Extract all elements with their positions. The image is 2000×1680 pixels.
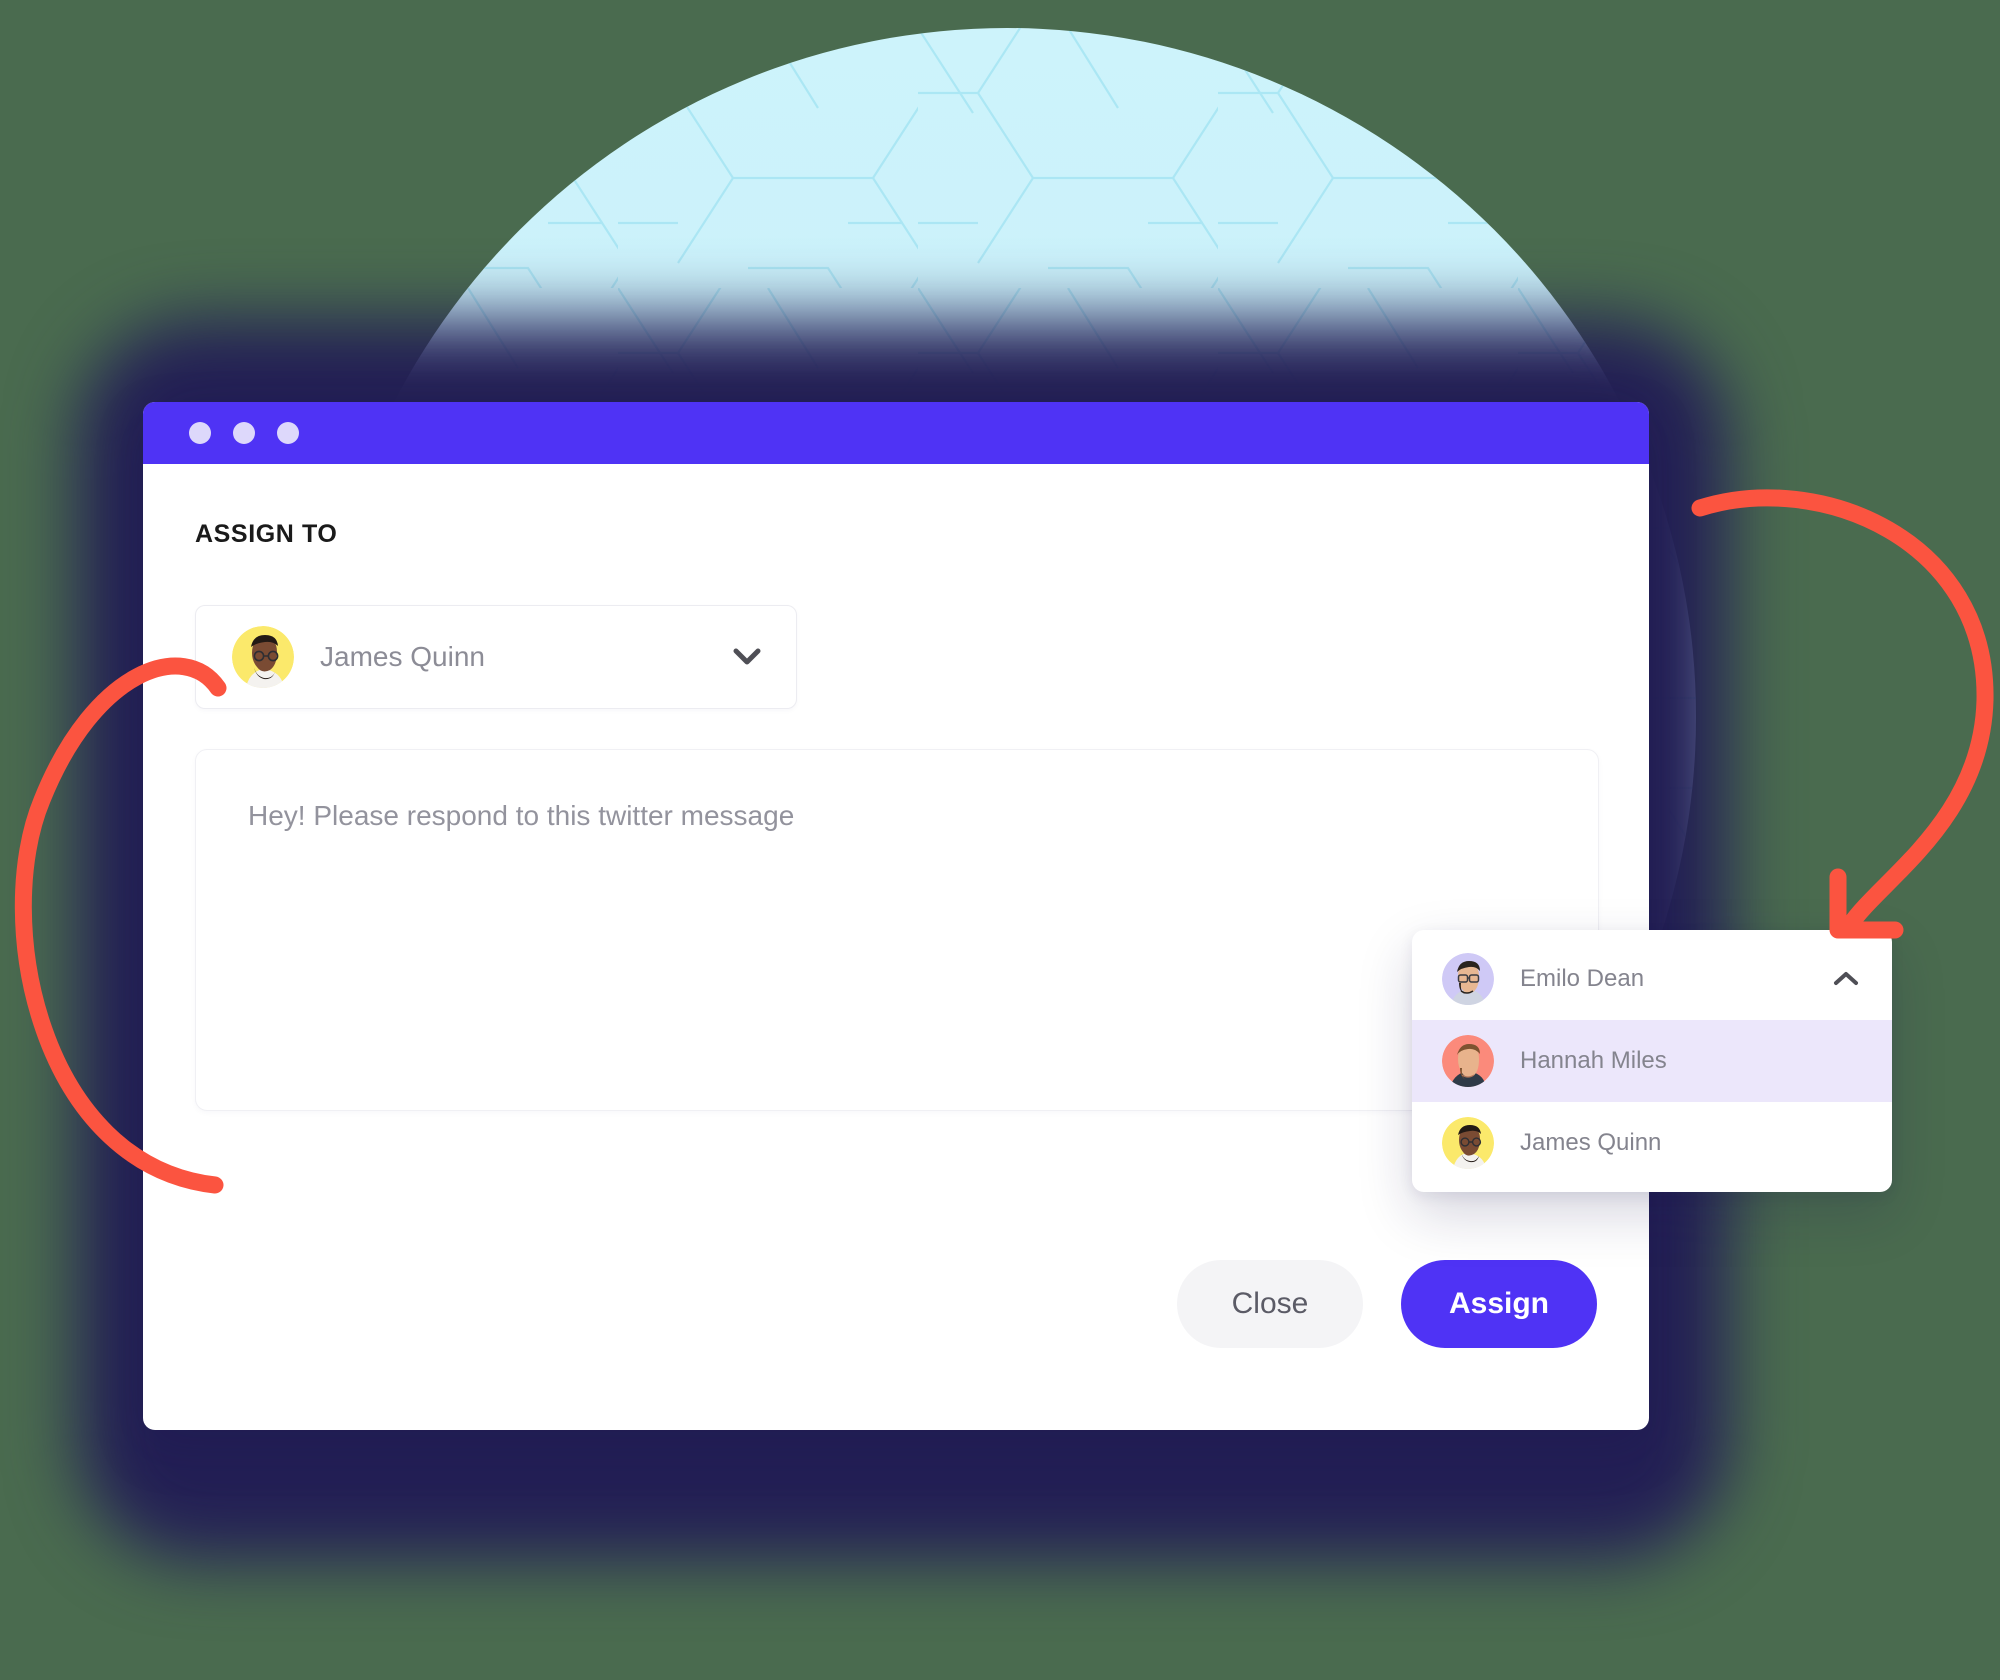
avatar-hannah-miles bbox=[1442, 1035, 1494, 1087]
assignee-select-value: James Quinn bbox=[320, 641, 485, 672]
arrow-to-dropdown bbox=[1691, 489, 1994, 934]
avatar-emilo-dean bbox=[1442, 953, 1494, 1005]
assignee-select[interactable]: James Quinn bbox=[195, 605, 797, 709]
assignee-dropdown[interactable]: Emilo Dean Hannah Miles James Quinn bbox=[1412, 930, 1892, 1192]
chevron-down-icon[interactable] bbox=[724, 648, 770, 666]
arrowhead-icon bbox=[1829, 868, 1904, 939]
titlebar-dot-minimize-icon[interactable] bbox=[233, 422, 255, 444]
assign-to-label: ASSIGN TO bbox=[195, 520, 338, 548]
close-button[interactable]: Close bbox=[1177, 1260, 1363, 1348]
titlebar-dot-close-icon[interactable] bbox=[189, 422, 211, 444]
dropdown-item-label: Hannah Miles bbox=[1520, 1047, 1667, 1074]
screenshot-stage: ASSIGN TO James Quinn Hey! Please respon… bbox=[0, 0, 2000, 1680]
assignee-avatar bbox=[232, 626, 294, 688]
dropdown-item-james-quinn[interactable]: James Quinn bbox=[1412, 1102, 1892, 1184]
message-textarea[interactable]: Hey! Please respond to this twitter mess… bbox=[195, 749, 1599, 1111]
dropdown-item-label: James Quinn bbox=[1520, 1129, 1662, 1156]
dropdown-item-label: Emilo Dean bbox=[1520, 965, 1645, 992]
chevron-up-icon[interactable] bbox=[1826, 971, 1866, 987]
dropdown-item-emilo-dean[interactable]: Emilo Dean bbox=[1412, 938, 1892, 1020]
window-titlebar bbox=[143, 402, 1649, 464]
modal-footer: Close Assign bbox=[1177, 1260, 1597, 1348]
titlebar-dot-maximize-icon[interactable] bbox=[277, 422, 299, 444]
assign-button[interactable]: Assign bbox=[1401, 1260, 1597, 1348]
dropdown-item-hannah-miles[interactable]: Hannah Miles bbox=[1412, 1020, 1892, 1102]
assign-modal-window: ASSIGN TO James Quinn Hey! Please respon… bbox=[143, 402, 1649, 1430]
avatar-james-quinn bbox=[1442, 1117, 1494, 1169]
message-placeholder: Hey! Please respond to this twitter mess… bbox=[248, 800, 795, 831]
